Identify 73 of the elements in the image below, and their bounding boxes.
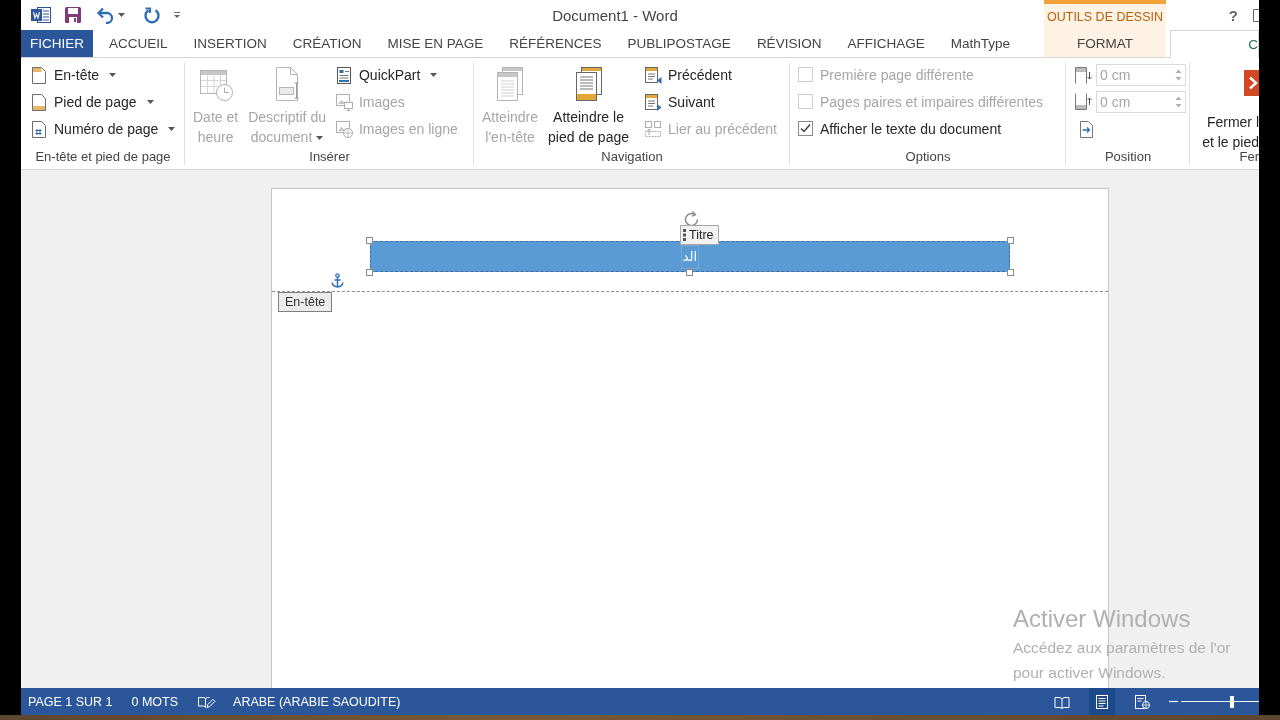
ribbon-tab[interactable]: CRÉATION [279, 30, 375, 57]
book-pencil-icon[interactable] [197, 694, 217, 709]
window-box-icon[interactable] [1252, 7, 1259, 23]
contextual-tab[interactable]: FORMAT [1044, 30, 1166, 57]
page-lines-icon [1094, 694, 1110, 709]
page-arrow-icon [1077, 119, 1095, 138]
next-button[interactable]: Suivant [641, 88, 718, 115]
ribbon-tab[interactable]: PUBLIPOSTAGE [614, 30, 744, 57]
undo-icon[interactable] [96, 6, 114, 24]
activation-text: pour activer Windows. [1013, 663, 1167, 683]
page-arrow-right-icon [644, 92, 662, 111]
group-label: En-tête et pied de page [34, 148, 172, 166]
picture-globe-icon [334, 119, 353, 138]
ribbon-tab[interactable]: AFFICHAGE [834, 30, 938, 57]
quick-parts-button[interactable]: QuickPart [331, 61, 441, 88]
resize-handle[interactable] [1007, 269, 1014, 276]
word-logo-icon[interactable] [31, 6, 51, 24]
save-icon[interactable] [64, 6, 82, 24]
shape-text: الد [680, 244, 700, 269]
group-label: Options [904, 148, 952, 166]
ribbon-tab[interactable]: MISE EN PAGE [374, 30, 497, 57]
checkbox[interactable] [798, 121, 813, 136]
language-status[interactable]: ARABE (ARABIE SAOUDITE) [233, 694, 401, 709]
contextual-group-label: OUTILS DE DESSIN [1044, 0, 1166, 30]
picture-icon [334, 92, 353, 111]
page-globe-icon [1134, 694, 1150, 709]
resize-handle[interactable] [1007, 237, 1014, 244]
page-count[interactable]: PAGE 1 SUR 1 [28, 694, 113, 709]
ribbon-tab[interactable]: RÉVISION [743, 30, 835, 57]
resize-handle[interactable] [686, 269, 693, 276]
header-tag: En-tête [278, 292, 333, 312]
customize-caret-icon[interactable] [173, 11, 181, 19]
page-arrow-left-icon [644, 65, 662, 84]
margin-bottom-icon [1074, 92, 1092, 111]
page-number-icon [30, 119, 48, 138]
page-number-button[interactable]: Numéro de page [27, 115, 179, 142]
view-button[interactable] [1089, 688, 1115, 715]
activation-title: Activer Windows [1013, 604, 1192, 634]
page-header-icon [30, 65, 48, 84]
quick-parts-icon [334, 65, 353, 84]
window-title: Document1 - Word [551, 5, 679, 26]
file-tab[interactable]: FICHIER [21, 30, 93, 57]
close-button[interactable]: Fermer l et le pied [1202, 61, 1259, 152]
rotate-handle-icon[interactable] [682, 210, 699, 227]
ribbon-tab[interactable]: ACCUEIL [96, 30, 181, 57]
group-label: Insérer [308, 148, 351, 166]
help-button[interactable]: ? [1228, 6, 1238, 24]
linked-pages-icon [644, 119, 662, 138]
grip-icon [683, 229, 686, 241]
content-control-tag[interactable]: Titre [680, 225, 719, 245]
ribbon-tab[interactable]: RÉFÉRENCES [496, 30, 615, 57]
header-button[interactable]: En-tête [27, 61, 120, 88]
group-label: Position [1103, 148, 1153, 166]
slider-thumb[interactable] [1230, 695, 1235, 708]
footer-button[interactable]: Pied de page [27, 88, 157, 115]
open-book-icon [1054, 694, 1070, 709]
anchor-icon [331, 273, 344, 288]
group-label: Fer [1239, 149, 1259, 166]
margin-top-icon [1074, 65, 1092, 84]
ribbon-tab[interactable]: MathType [937, 30, 1023, 57]
activation-text: Accédez aux paramètres de l'or [1013, 638, 1231, 658]
caret-icon[interactable] [118, 13, 125, 17]
contextual-tab[interactable]: C [1170, 30, 1259, 58]
page-footer-icon [30, 92, 48, 111]
redo-icon[interactable] [143, 6, 161, 24]
go-to-footer-button[interactable]: Atteindre le pied de page [544, 61, 633, 147]
resize-handle[interactable] [366, 269, 373, 276]
resize-handle[interactable] [366, 237, 373, 244]
previous-button[interactable]: Précédent [641, 61, 735, 88]
group-label: Navigation [600, 148, 664, 166]
ribbon-tab[interactable]: INSERTION [180, 30, 280, 57]
checkbox-label[interactable]: Afficher le texte du document [820, 120, 1002, 137]
word-count[interactable]: 0 MOTS [131, 694, 179, 709]
